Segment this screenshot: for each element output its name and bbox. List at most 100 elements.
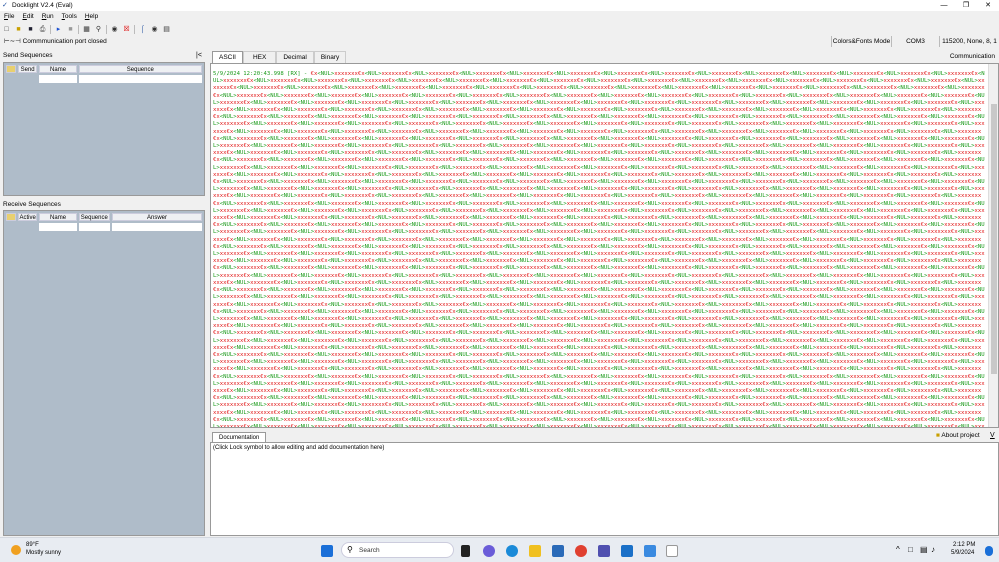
rx-token: <NUL> (438, 294, 456, 301)
print-icon[interactable]: ⎙ (38, 25, 47, 34)
rx-token: €x (432, 164, 439, 171)
menu-file[interactable]: File (4, 12, 15, 22)
rx-token: €x (384, 121, 392, 128)
rx-token: <NUL> (502, 308, 520, 315)
column-sequence[interactable]: Sequence (78, 65, 202, 73)
rx-token: €x (229, 85, 237, 92)
clear-icon[interactable]: ☒ (122, 25, 131, 34)
rx-token: <NUL> (627, 402, 645, 409)
menu-edit[interactable]: Edit (23, 12, 34, 22)
close-button[interactable]: ✕ (977, 0, 999, 11)
stop-icon[interactable]: ■ (66, 25, 75, 34)
rx-token: xxxxxxx (849, 179, 874, 186)
open-folder-icon[interactable]: ■ (14, 25, 23, 34)
rx-token: €x (512, 85, 520, 92)
answer-cell[interactable] (111, 223, 203, 231)
rx-token: xxxxxxx (613, 308, 638, 315)
tab-documentation[interactable]: Documentation (212, 432, 267, 442)
rx-token: <NUL> (910, 315, 928, 322)
menu-tools[interactable]: Tools (62, 12, 77, 22)
name-cell[interactable] (39, 75, 77, 83)
rx-token: xxxxxxx (391, 215, 416, 222)
volume-icon[interactable]: ♪ (931, 545, 935, 554)
start-icon[interactable] (321, 545, 333, 557)
rx-token: xxxxxxx (805, 71, 830, 77)
communication-window[interactable]: 5/9/2024 12:20:43.998 [RX] - €x<NUL>xxxx… (210, 63, 999, 428)
scrollbar-thumb[interactable] (991, 104, 997, 374)
tab-binary[interactable]: Binary (313, 51, 347, 63)
rx-token: xxxxxxx (485, 107, 510, 114)
rx-token: <NUL> (752, 150, 769, 157)
display-icon[interactable]: ▤ (920, 545, 928, 554)
rx-token: <NUL> (438, 121, 456, 128)
play-icon[interactable]: ▸ (54, 25, 63, 34)
find-icon[interactable]: ◉ (110, 25, 119, 34)
menu-help[interactable]: Help (85, 12, 98, 22)
rx-token: xxxxxxx (250, 409, 274, 416)
chrome-icon[interactable] (575, 545, 587, 557)
rx-token: <NUL> (361, 416, 379, 423)
new-file-icon[interactable]: □ (2, 25, 11, 34)
sequence-cell[interactable] (78, 75, 202, 83)
rx-token: xxxxxxx (250, 279, 274, 286)
save-icon[interactable]: ■ (26, 25, 35, 34)
tray-chevron-icon[interactable]: ^ (896, 545, 900, 554)
rx-token: <NUL> (438, 402, 456, 409)
documentation-area[interactable]: (Click Lock symbol to allow editing and … (210, 442, 999, 536)
rx-token: <NUL> (644, 351, 662, 358)
rx-token: xxxxxxx (236, 243, 261, 250)
teams-icon[interactable] (598, 545, 610, 557)
weather-icon[interactable] (11, 545, 21, 555)
ide-icon[interactable] (644, 545, 656, 557)
lock-icon[interactable] (6, 65, 16, 73)
taskbar-search[interactable]: ⚲ Search (341, 542, 454, 558)
lock-icon[interactable] (6, 213, 16, 221)
outlook-icon[interactable] (621, 545, 633, 557)
tab-hex[interactable]: HEX (242, 51, 277, 63)
rx-token: xxxxxxx (219, 294, 244, 301)
lock-icon[interactable]: ■ (936, 432, 940, 439)
store-icon[interactable] (552, 545, 564, 557)
clock-time[interactable]: 2:12 PM (953, 542, 975, 548)
chat-icon[interactable] (483, 545, 495, 557)
weather-temp[interactable]: 89°F (26, 542, 39, 548)
column-sequence[interactable]: Sequence (78, 213, 110, 221)
weather-desc[interactable]: Mostly sunny (26, 550, 61, 556)
keyboard-icon[interactable]: ⚲ (94, 25, 103, 34)
snapshot-icon[interactable]: ◉ (150, 25, 159, 34)
about-project-button[interactable]: ■ About project (936, 432, 980, 439)
minimize-button[interactable]: — (933, 0, 955, 11)
rx-token: <NUL> (721, 186, 739, 193)
vertical-scrollbar[interactable] (988, 64, 998, 427)
file-explorer-icon[interactable] (529, 545, 541, 557)
sequence-cell[interactable] (78, 223, 110, 231)
network-icon[interactable]: □ (908, 545, 913, 554)
column-answer[interactable]: Answer (111, 213, 202, 221)
docklight-icon[interactable] (666, 545, 678, 557)
script-icon[interactable]: ⌠ (138, 25, 147, 34)
receive-sequences-grid[interactable]: Active Name Sequence Answer (3, 210, 205, 536)
send-sequences-grid[interactable]: Send Name Sequence (3, 62, 205, 196)
rx-token: <NUL> (408, 179, 426, 186)
notification-icon[interactable] (985, 546, 993, 556)
rx-token: xxxxxxx (391, 107, 416, 114)
collapse-panel-button[interactable]: |< (196, 52, 202, 59)
edge-icon[interactable] (506, 545, 518, 557)
maximize-button[interactable]: ❐ (955, 0, 977, 11)
tab-ascii[interactable]: ASCII (212, 51, 243, 63)
terminal-icon[interactable]: ▤ (162, 25, 171, 34)
column-name[interactable]: Name (39, 213, 77, 221)
column-send[interactable]: Send (17, 65, 38, 73)
menu-run[interactable]: Run (42, 12, 54, 22)
clock-date[interactable]: 5/9/2024 (951, 550, 974, 556)
rx-token: €x (950, 315, 958, 322)
column-name[interactable]: Name (39, 65, 77, 73)
toggle-documentation-button[interactable]: V (990, 432, 995, 439)
name-cell[interactable] (39, 223, 77, 231)
task-view-icon[interactable] (461, 545, 470, 557)
rx-token: <NUL> (580, 337, 598, 344)
rx-token: xxxxxxx (344, 150, 368, 157)
column-active[interactable]: Active (17, 213, 38, 221)
project-settings-icon[interactable]: ▦ (82, 25, 91, 34)
tab-decimal[interactable]: Decimal (276, 51, 314, 63)
